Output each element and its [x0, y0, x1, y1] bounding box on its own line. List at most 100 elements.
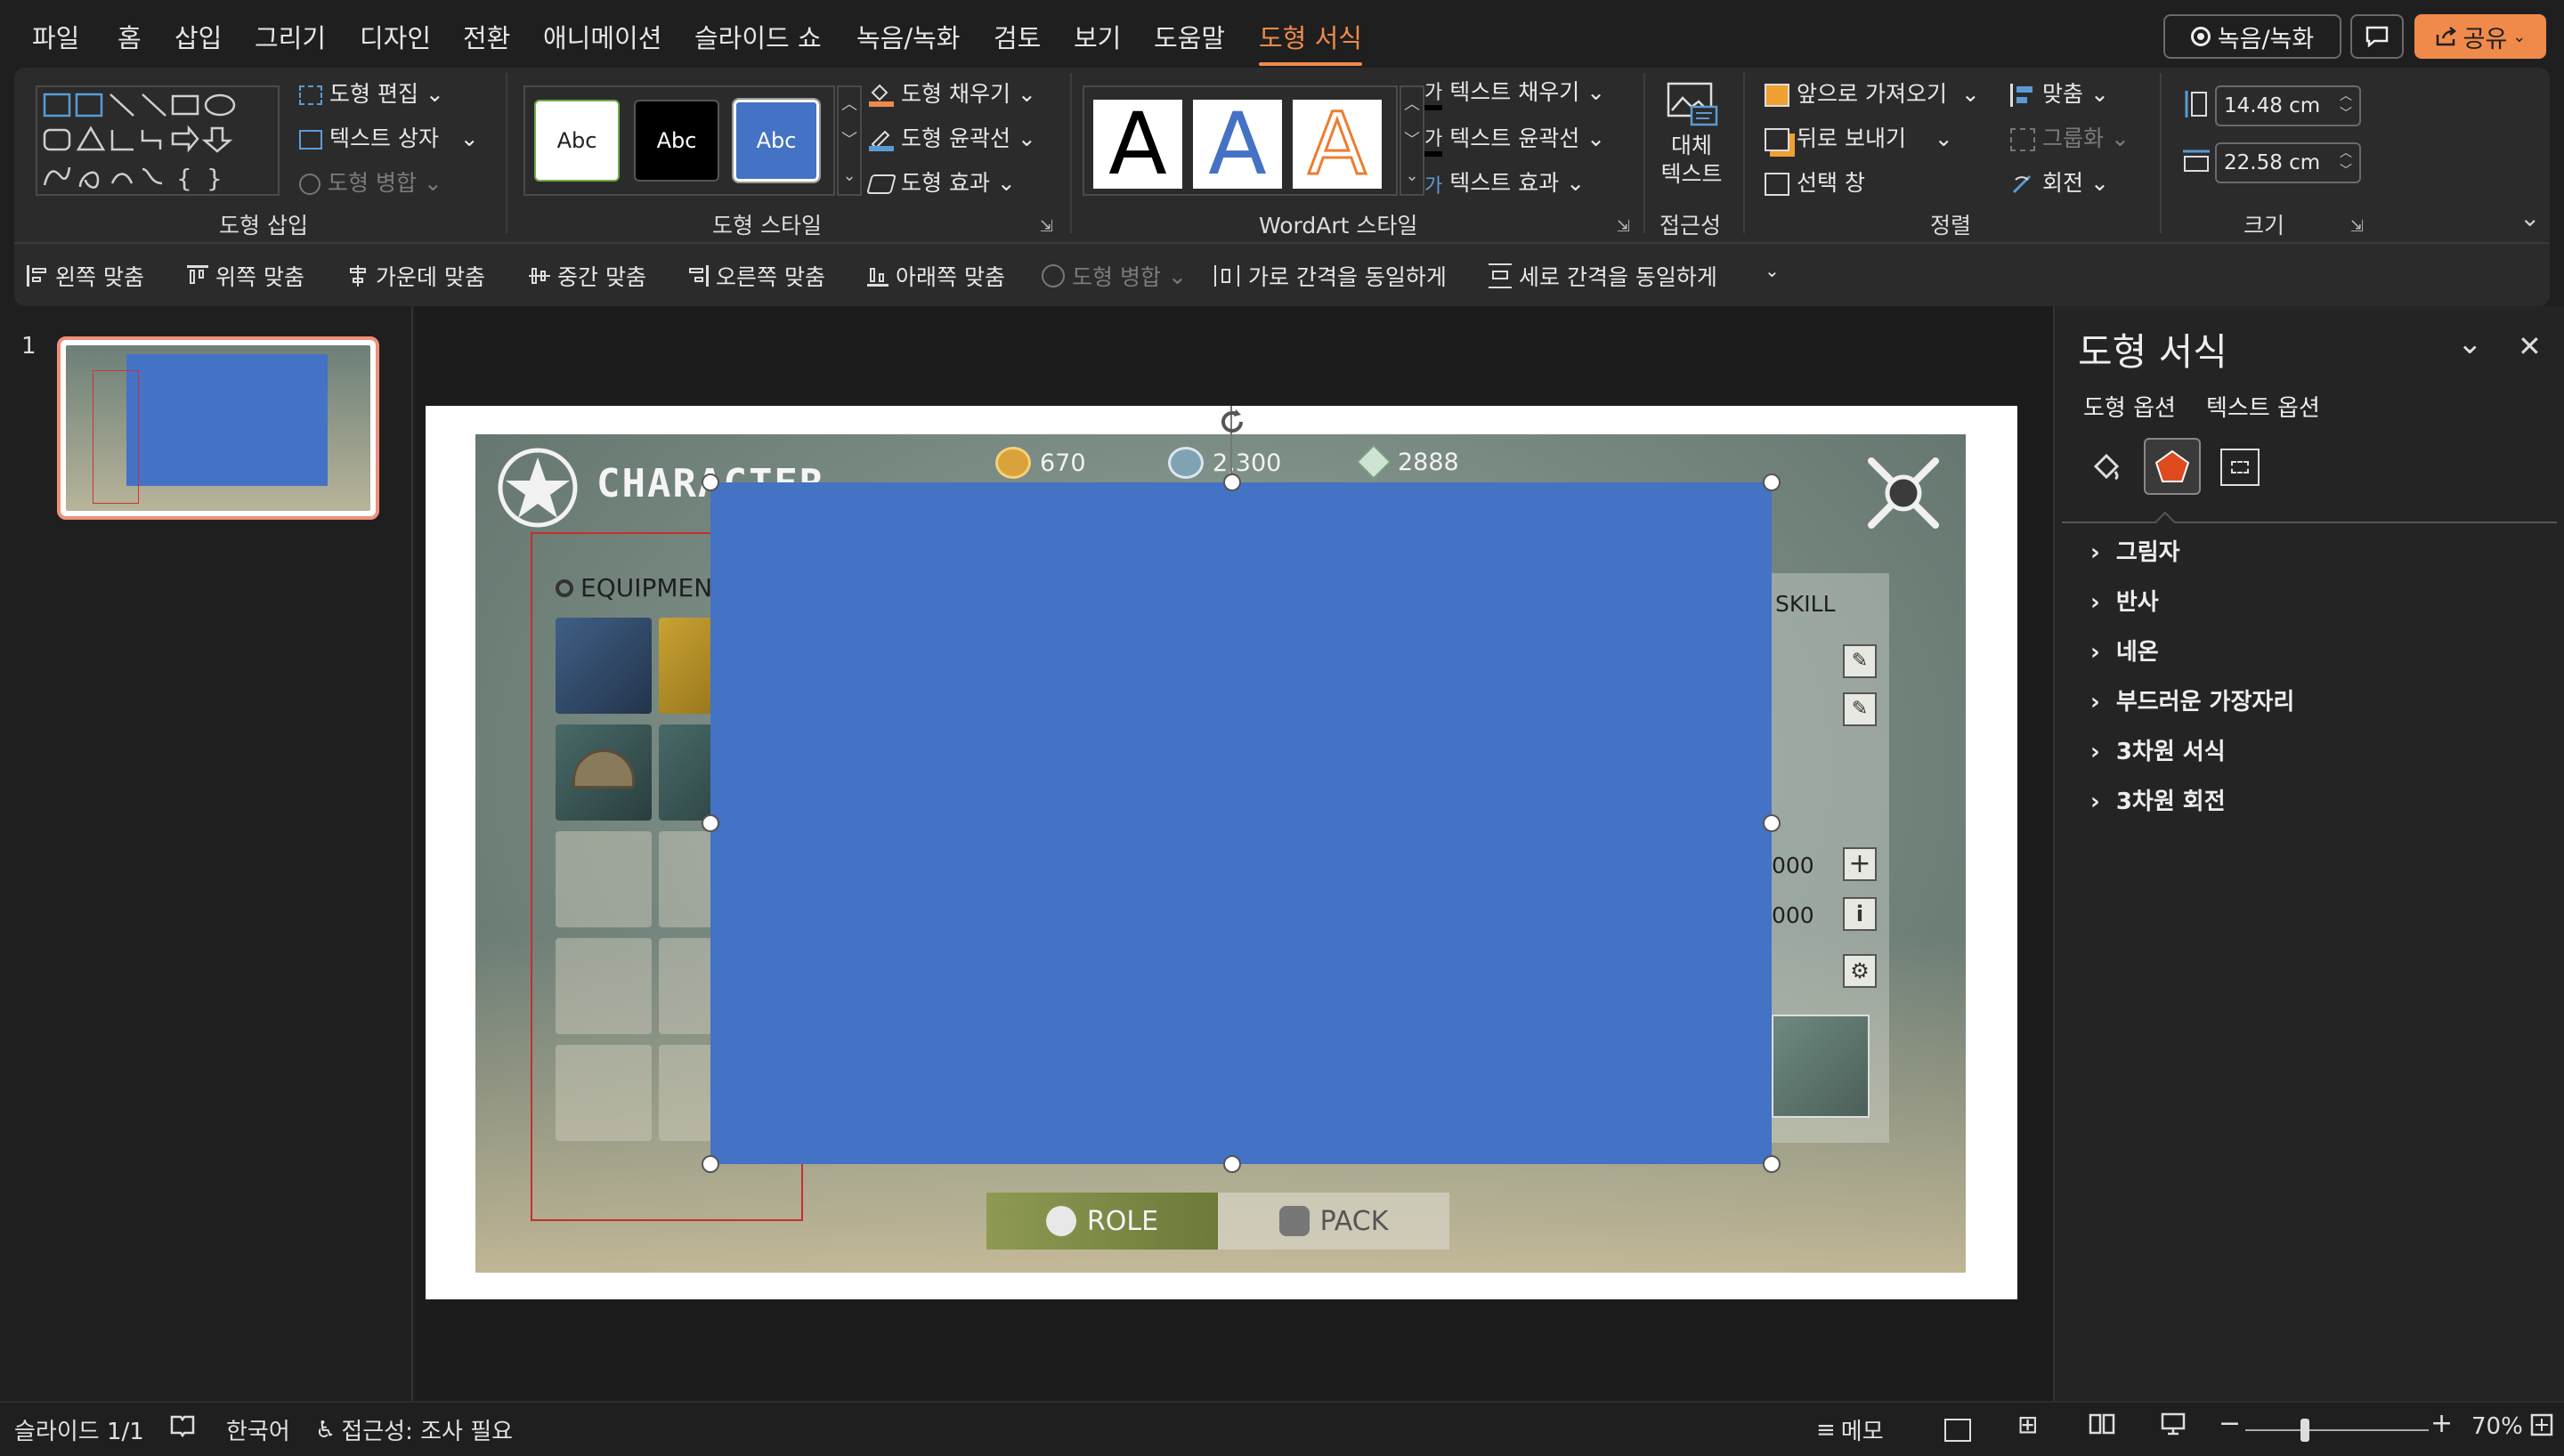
alt-text-button[interactable]: 대체 텍스트 — [1654, 80, 1729, 205]
merge-shapes-bar-button[interactable]: 도형 병합 ⌄ — [1042, 260, 1187, 292]
zoom-slider-track[interactable] — [2245, 1429, 2429, 1431]
pack-tab[interactable]: PACK — [1218, 1193, 1449, 1250]
distribute-horizontal-button[interactable]: 가로 간격을 동일하게 — [1214, 260, 1447, 292]
spinner-icon[interactable]: ︿ ﹀ — [2340, 87, 2352, 123]
wordart-gallery[interactable]: A A A — [1083, 85, 1398, 196]
resize-handle-left[interactable] — [702, 814, 719, 832]
send-backward-button[interactable]: 뒤로 보내기 ⌄ — [1765, 121, 1953, 153]
text-box-button[interactable]: 텍스트 상자 ⌄ — [299, 121, 479, 153]
slide[interactable]: CHARACTER 670 2,300 2888 EQUIPMENT SKILL… — [426, 406, 2017, 1299]
pane-options-chevron-icon[interactable]: ⌄ — [2457, 326, 2483, 361]
resize-handle-bottom-left[interactable] — [702, 1155, 719, 1173]
slideshow-icon[interactable] — [2160, 1412, 2187, 1443]
slide-thumbnail[interactable] — [57, 336, 379, 520]
shape-fill-button[interactable]: 도형 채우기 ⌄ — [869, 77, 1036, 109]
tab-file[interactable]: 파일 — [32, 18, 79, 55]
customize-toolbar-icon[interactable]: ⌄ — [1765, 260, 1780, 281]
align-top-button[interactable]: 위쪽 맞춤 — [187, 260, 304, 292]
tab-text-options[interactable]: 텍스트 옵션 — [2206, 390, 2320, 423]
slide-sorter-icon[interactable]: ⊞ — [2017, 1410, 2038, 1439]
shape-style-preset-1[interactable]: Abc — [534, 100, 620, 182]
wordart-gallery-scroll[interactable]: ︿ ﹀ ⌄ — [1400, 85, 1424, 196]
text-outline-button[interactable]: 가 텍스트 윤곽선 ⌄ — [1424, 121, 1605, 157]
edit-shape-button[interactable]: 도형 편집 ⌄ — [299, 77, 444, 109]
shape-gallery[interactable]: { } — [36, 85, 280, 196]
resize-handle-top[interactable] — [1223, 473, 1241, 491]
equipment-slot-empty-knife[interactable] — [556, 1045, 652, 1141]
section-3d-format[interactable]: › 3차원 서식 — [2090, 733, 2226, 766]
tab-help[interactable]: 도움말 — [1154, 18, 1225, 55]
bring-forward-button[interactable]: 앞으로 가져오기 ⌄ — [1765, 77, 1980, 109]
resize-handle-top-left[interactable] — [702, 473, 719, 491]
edit-skill-icon[interactable]: ✎ — [1843, 692, 1877, 726]
text-effects-button[interactable]: 가 텍스트 효과 ⌄ — [1424, 166, 1585, 198]
zoom-in-button[interactable]: + — [2430, 1408, 2453, 1439]
equipment-slot-empty-pistol[interactable] — [556, 831, 652, 927]
gear-icon[interactable]: ⚙ — [1843, 954, 1877, 988]
shape-style-preset-2[interactable]: Abc — [634, 100, 719, 182]
style-gallery-scroll[interactable]: ︿ ﹀ ⌄ — [837, 85, 862, 196]
add-icon[interactable]: + — [1843, 847, 1877, 881]
zoom-out-button[interactable]: − — [2219, 1408, 2241, 1439]
share-button[interactable]: 공유 ⌄ — [2414, 14, 2546, 59]
shape-outline-button[interactable]: 도형 윤곽선 ⌄ — [869, 121, 1036, 153]
propeller-close-icon[interactable] — [1861, 450, 1946, 536]
tab-home[interactable]: 홈 — [118, 18, 142, 55]
dialog-launcher-icon[interactable]: ⇲ — [2350, 217, 2364, 236]
dialog-launcher-icon[interactable]: ⇲ — [1617, 217, 1630, 236]
merge-shapes-button[interactable]: 도형 병합 ⌄ — [299, 166, 442, 198]
comments-button[interactable] — [2350, 14, 2404, 59]
shape-effects-button[interactable]: 도형 효과 ⌄ — [866, 166, 1016, 198]
language-indicator[interactable]: 한국어 — [226, 1413, 290, 1446]
section-shadow[interactable]: › 그림자 — [2090, 534, 2180, 567]
shape-gallery-scroll[interactable] — [278, 85, 297, 196]
resize-handle-bottom[interactable] — [1223, 1155, 1241, 1173]
shape-style-gallery[interactable]: Abc Abc Abc — [523, 85, 835, 196]
selection-pane-button[interactable]: 선택 창 — [1765, 166, 1865, 198]
rotate-handle-icon[interactable] — [1216, 406, 1248, 438]
section-soft-edges[interactable]: › 부드러운 가장자리 — [2090, 684, 2294, 716]
resize-handle-top-right[interactable] — [1763, 473, 1781, 491]
size-properties-icon[interactable] — [2220, 449, 2260, 486]
role-tab[interactable]: ROLE — [986, 1193, 1218, 1250]
height-input[interactable]: 14.48 cm ︿ ﹀ — [2215, 85, 2361, 126]
resize-handle-bottom-right[interactable] — [1763, 1155, 1781, 1173]
tab-shape-format[interactable]: 도형 서식 — [1259, 18, 1362, 66]
tab-view[interactable]: 보기 — [1074, 18, 1121, 55]
section-3d-rotation[interactable]: › 3차원 회전 — [2090, 783, 2226, 816]
dialog-launcher-icon[interactable]: ⇲ — [1040, 217, 1053, 236]
align-center-button[interactable]: 가운데 맞춤 — [347, 260, 485, 292]
edit-skill-icon[interactable]: ✎ — [1843, 644, 1877, 678]
spinner-icon[interactable]: ︿ ﹀ — [2340, 144, 2352, 180]
text-fill-button[interactable]: 가 텍스트 채우기 ⌄ — [1424, 75, 1605, 110]
tab-record[interactable]: 녹음/녹화 — [856, 18, 961, 55]
align-button[interactable]: 맞춤 ⌄ — [2010, 77, 2109, 109]
normal-view-icon[interactable] — [1944, 1419, 1971, 1442]
tab-review[interactable]: 검토 — [994, 18, 1041, 55]
align-left-button[interactable]: 왼쪽 맞춤 — [27, 260, 144, 292]
tab-design[interactable]: 디자인 — [360, 18, 431, 55]
reading-view-icon[interactable] — [2089, 1412, 2115, 1443]
rotate-button[interactable]: 회전 ⌄ — [2010, 166, 2109, 198]
zoom-slider-thumb[interactable] — [2300, 1419, 2309, 1442]
align-bottom-button[interactable]: 아래쪽 맞춤 — [867, 260, 1005, 292]
ribbon-collapse-icon[interactable]: ⌄ — [2519, 203, 2540, 232]
section-glow[interactable]: › 네온 — [2090, 634, 2159, 667]
spellcheck-icon[interactable] — [169, 1413, 196, 1444]
tab-shape-options[interactable]: 도형 옵션 — [2083, 390, 2176, 423]
fill-line-icon[interactable] — [2089, 449, 2124, 484]
tab-insert[interactable]: 삽입 — [174, 18, 222, 55]
zoom-level[interactable]: 70% — [2471, 1413, 2523, 1440]
tab-animations[interactable]: 애니메이션 — [543, 18, 661, 55]
record-button[interactable]: 녹음/녹화 — [2163, 14, 2341, 59]
equipment-slot-empty-helmet[interactable] — [556, 938, 652, 1034]
section-reflection[interactable]: › 반사 — [2090, 584, 2159, 617]
close-icon[interactable]: ✕ — [2518, 329, 2542, 363]
align-right-button[interactable]: 오른쪽 맞춤 — [687, 260, 825, 292]
width-input[interactable]: 22.58 cm ︿ ﹀ — [2215, 142, 2361, 183]
group-button[interactable]: 그룹화 ⌄ — [2010, 121, 2130, 153]
equipment-slot-helmet-2[interactable] — [556, 724, 652, 821]
wordart-preset-blue[interactable]: A — [1193, 100, 1282, 189]
equipment-slot-rifle[interactable] — [556, 618, 652, 714]
wordart-preset-black[interactable]: A — [1093, 100, 1182, 189]
